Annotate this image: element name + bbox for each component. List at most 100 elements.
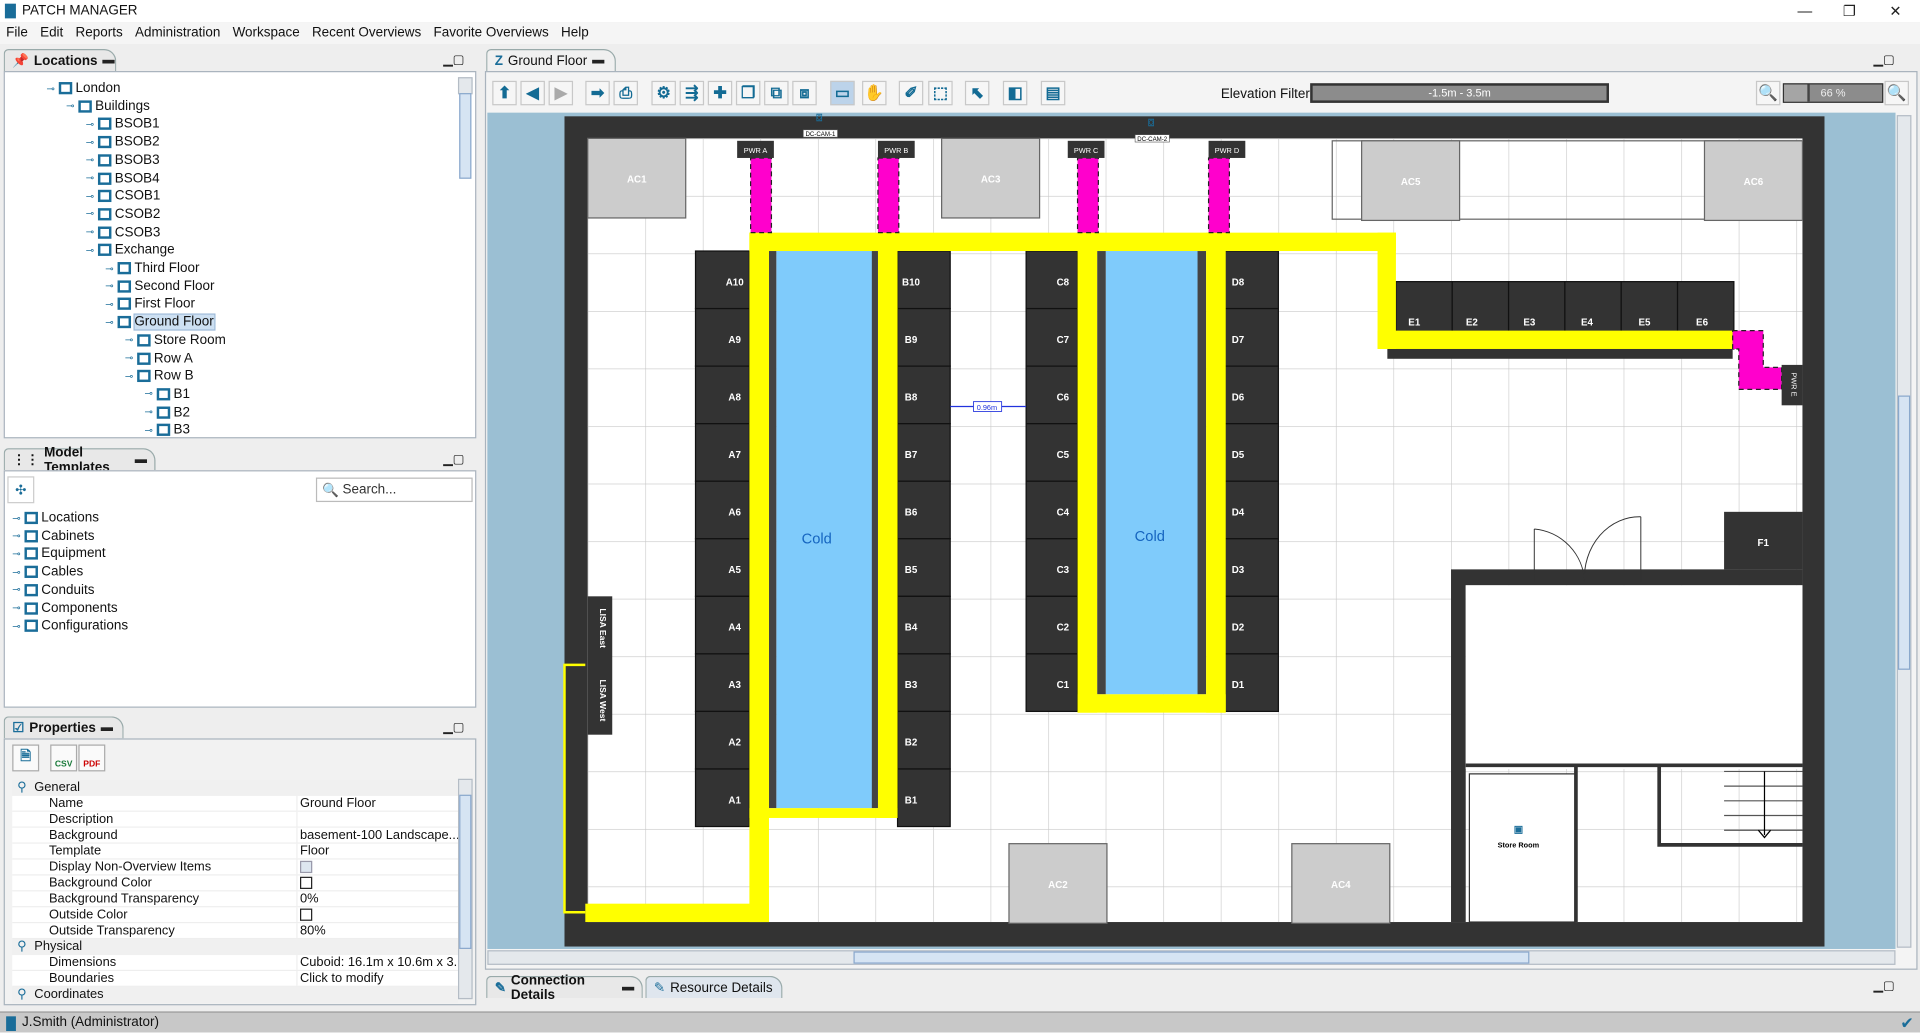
template-search-input[interactable]: 🔍 Search... — [315, 477, 473, 503]
properties-tab[interactable]: ☑ Properties ▬ — [3, 716, 124, 739]
template-item[interactable]: ⊸ Conduits — [12, 581, 94, 598]
color-swatch[interactable] — [300, 908, 313, 921]
expand-toggle-icon[interactable]: ⊸ — [12, 584, 20, 595]
tree-item[interactable]: ⊸ Row A — [125, 350, 193, 367]
close-button[interactable]: ✕ — [1889, 2, 1901, 19]
tree-item[interactable]: ⊸ CSOB1 — [86, 188, 161, 205]
expand-toggle-icon[interactable]: ⊸ — [105, 281, 113, 292]
power-feed[interactable] — [877, 157, 900, 234]
menu-help[interactable]: Help — [561, 26, 589, 41]
cold-aisle-c[interactable] — [1105, 251, 1199, 695]
property-row[interactable]: Display Non-Overview Items — [12, 859, 458, 876]
property-value[interactable]: Click to modify — [296, 971, 458, 986]
property-value[interactable] — [296, 875, 458, 891]
pan-icon[interactable]: ✋ — [862, 80, 887, 106]
tree-item[interactable]: ⊸ First Floor — [105, 296, 195, 313]
rack[interactable] — [1025, 307, 1079, 367]
cable-tray[interactable] — [1206, 232, 1226, 713]
bottom-tab-connection-details[interactable]: ✎ Connection Details ▬ — [486, 973, 643, 1002]
rack-d-edge[interactable] — [1197, 251, 1207, 695]
tree-item[interactable]: ⊸ BSOB3 — [86, 152, 160, 169]
save-icon[interactable]: 🗎 — [12, 744, 40, 772]
canvas-horizontal-scrollbar[interactable] — [487, 950, 1896, 965]
properties-scrollbar[interactable] — [457, 778, 473, 1000]
cold-aisle-a[interactable] — [776, 251, 875, 809]
group-toggle-icon[interactable]: ⚲ — [17, 987, 26, 1002]
property-value[interactable]: Ground Floor — [296, 795, 458, 811]
split-icon[interactable]: ✚ — [707, 80, 733, 106]
menu-workspace[interactable]: Workspace — [233, 26, 300, 41]
rack[interactable] — [1025, 538, 1079, 597]
color-swatch[interactable] — [300, 876, 313, 889]
expand-toggle-icon[interactable]: ⊸ — [105, 317, 113, 328]
rack[interactable] — [694, 480, 751, 540]
model-templates-tab[interactable]: ⋮⋮ Model Templates ▬ — [3, 445, 156, 474]
expand-toggle-icon[interactable]: ⊸ — [86, 119, 94, 130]
cable-tray[interactable] — [749, 232, 1396, 252]
tree-item[interactable]: ⊸ London — [47, 80, 121, 97]
rack-e-base[interactable] — [1387, 348, 1733, 359]
menu-favorite-overviews[interactable]: Favorite Overviews — [434, 26, 549, 41]
cable-tray[interactable] — [1077, 232, 1098, 713]
expand-toggle-icon[interactable]: ⊸ — [86, 155, 94, 166]
property-value[interactable]: 0% — [296, 891, 458, 907]
link-icon[interactable]: ⇶ — [679, 80, 705, 106]
locations-tab[interactable]: 📌 Locations ▬ — [3, 48, 117, 72]
expand-toggle-icon[interactable]: ⊸ — [12, 620, 20, 631]
menu-recent-overviews[interactable]: Recent Overviews — [312, 26, 421, 41]
expand-toggle-icon[interactable]: ⊸ — [12, 602, 20, 613]
back-icon[interactable]: ◀ — [520, 80, 545, 106]
menu-file[interactable]: File — [6, 26, 28, 41]
power-feed[interactable] — [750, 157, 773, 234]
property-row[interactable]: Name Ground Floor — [12, 795, 458, 812]
rack[interactable] — [694, 768, 751, 828]
rack-a-edge[interactable] — [768, 251, 777, 809]
rack[interactable] — [694, 307, 751, 367]
tree-item[interactable]: ⊸ Buildings — [66, 98, 150, 115]
tree-item[interactable]: ⊸ CSOB3 — [86, 224, 161, 241]
rack[interactable] — [694, 365, 751, 425]
rack[interactable] — [1025, 480, 1079, 540]
tree-item[interactable]: ⊸ BSOB1 — [86, 116, 160, 133]
rack[interactable] — [694, 653, 751, 713]
power-feed[interactable] — [1207, 157, 1231, 234]
expand-toggle-icon[interactable]: ⊸ — [86, 137, 94, 148]
rack[interactable] — [1025, 365, 1079, 425]
cable-tray[interactable] — [585, 903, 769, 923]
rack[interactable] — [694, 423, 751, 482]
tree-item[interactable]: ⊸ Ground Floor — [105, 313, 215, 331]
tree-item[interactable]: ⊸ BSOB2 — [86, 134, 160, 151]
property-row[interactable]: Outside Transparency 80% — [12, 923, 458, 940]
maximize-button[interactable]: ❐ — [1843, 2, 1856, 19]
property-value[interactable]: basement-100 Landscape.... — [296, 827, 458, 843]
template-item[interactable]: ⊸ Cables — [12, 563, 83, 580]
expand-all-icon[interactable]: ✣ — [7, 476, 35, 504]
panel-minmax-button[interactable]: ▁▢ — [443, 721, 464, 734]
pointer-icon[interactable]: ⬉ — [964, 80, 990, 106]
property-row[interactable]: Description — [12, 811, 458, 828]
template-item[interactable]: ⊸ Equipment — [12, 545, 105, 562]
panel-minmax-button[interactable]: ▁▢ — [443, 453, 464, 466]
rack[interactable] — [1025, 250, 1079, 310]
property-row[interactable]: Outside Color — [12, 907, 458, 924]
tree-item[interactable]: ⊸ Second Floor — [105, 278, 214, 295]
property-value[interactable] — [296, 811, 458, 827]
rack[interactable] — [694, 710, 751, 770]
property-row[interactable]: Template Floor — [12, 843, 458, 860]
checkbox[interactable] — [300, 860, 313, 874]
cable-tray[interactable] — [877, 232, 898, 818]
cable-tray[interactable] — [749, 808, 898, 818]
power-feed[interactable] — [1076, 157, 1099, 234]
tree-item[interactable]: ⊸ CSOB2 — [86, 206, 161, 223]
cable-tray[interactable] — [1377, 330, 1733, 349]
canvas-vertical-scrollbar[interactable] — [1896, 115, 1912, 948]
pin-icon[interactable]: ✐ — [898, 80, 924, 106]
bottom-minmax-button[interactable]: ▁▢ — [1873, 980, 1894, 993]
settings-icon[interactable]: ⚙ — [651, 80, 676, 106]
expand-toggle-icon[interactable]: ⊸ — [12, 566, 20, 577]
property-row[interactable]: Boundaries Click to modify — [12, 971, 458, 987]
rack[interactable] — [1025, 595, 1079, 655]
ground-floor-tab[interactable]: Z Ground Floor ▬ — [486, 48, 616, 72]
rack[interactable] — [694, 595, 751, 655]
expand-toggle-icon[interactable]: ⊸ — [12, 530, 20, 541]
